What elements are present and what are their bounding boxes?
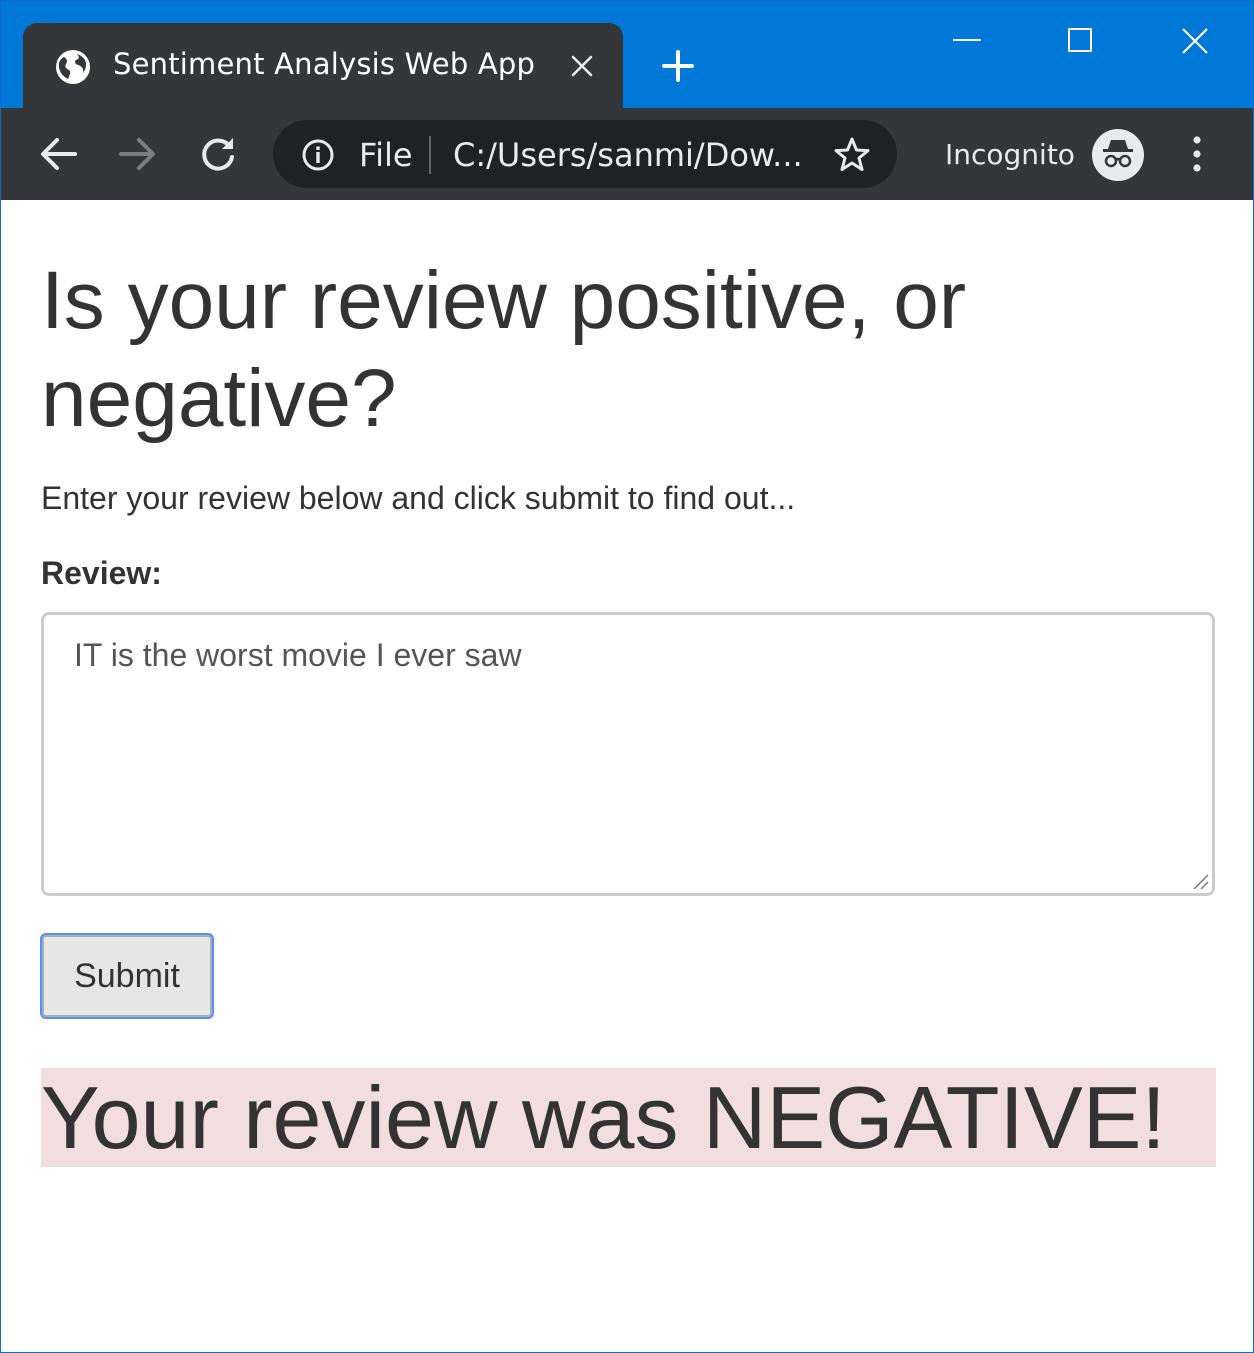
submit-button[interactable]: Submit (40, 933, 214, 1019)
browser-toolbar: File C:/Users/sanmi/Dow... Incognito (1, 108, 1253, 200)
tab-title: Sentiment Analysis Web App (113, 47, 536, 81)
address-bar[interactable]: File C:/Users/sanmi/Dow... (273, 120, 897, 188)
kebab-menu-icon[interactable] (1187, 134, 1207, 174)
url-scheme-label: File (359, 136, 413, 174)
browser-window: Sentiment Analysis Web App File C:/Users… (0, 0, 1254, 1353)
incognito-icon[interactable] (1092, 129, 1144, 181)
star-icon[interactable] (833, 136, 871, 174)
result-text: Your review was NEGATIVE! (41, 1068, 1166, 1167)
maximize-button[interactable] (1068, 28, 1092, 52)
globe-icon (56, 50, 90, 84)
review-label: Review: (41, 555, 162, 591)
submit-button-label: Submit (74, 957, 180, 995)
url-separator (429, 136, 431, 174)
review-textarea[interactable]: IT is the worst movie I ever saw (41, 612, 1215, 896)
page-content: Is your review positive, or negative? En… (1, 200, 1253, 1352)
page-title: Is your review positive, or negative? (41, 255, 967, 444)
reload-icon[interactable] (199, 135, 237, 173)
url-text[interactable]: C:/Users/sanmi/Dow... (453, 136, 803, 174)
intro-text: Enter your review below and click submit… (41, 480, 796, 516)
result-alert: Your review was NEGATIVE! (41, 1068, 1216, 1167)
browser-tab[interactable]: Sentiment Analysis Web App (23, 23, 623, 109)
arrow-left-icon[interactable] (39, 137, 77, 171)
info-icon[interactable] (301, 138, 335, 172)
window-close-button[interactable] (1181, 27, 1209, 55)
resize-grip-icon[interactable] (1188, 869, 1210, 891)
incognito-label: Incognito (945, 138, 1075, 171)
review-textarea-value: IT is the worst movie I ever saw (74, 637, 522, 673)
arrow-right-icon[interactable] (119, 137, 157, 171)
close-icon[interactable] (569, 53, 595, 79)
plus-icon[interactable] (661, 49, 695, 83)
title-bar: Sentiment Analysis Web App (1, 1, 1253, 109)
minimize-button[interactable] (953, 39, 981, 41)
